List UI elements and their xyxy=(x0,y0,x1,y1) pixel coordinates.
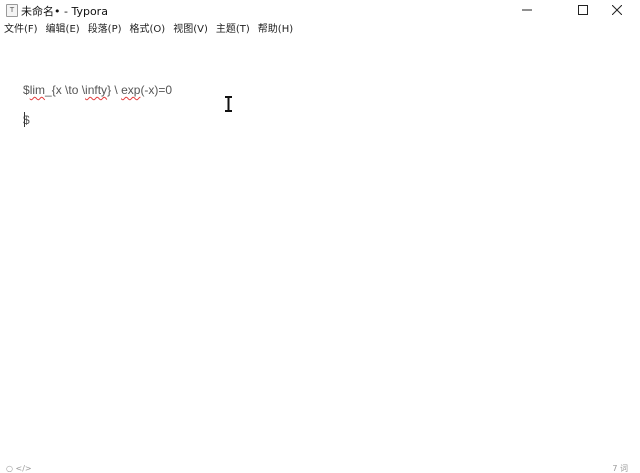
math-delimiter-open: $ xyxy=(23,83,30,97)
math-text-segment: _{x \to \ xyxy=(45,83,86,97)
menu-format[interactable]: 格式(O) xyxy=(126,20,170,40)
math-text-segment: (-x)=0 xyxy=(140,83,173,97)
menu-view[interactable]: 视图(V) xyxy=(169,20,212,40)
misspelled-word-exp: exp xyxy=(121,83,141,97)
misspelled-word-lim: lim xyxy=(29,83,46,97)
math-text-segment: } \ xyxy=(107,83,122,97)
window-title: 未命名• - Typora xyxy=(21,5,108,18)
typora-app-icon: T xyxy=(6,4,18,17)
maximize-icon xyxy=(578,5,588,15)
close-icon xyxy=(612,5,622,15)
close-button[interactable] xyxy=(594,0,640,20)
minimize-icon xyxy=(522,9,532,11)
menu-file[interactable]: 文件(F) xyxy=(0,20,42,40)
editor-area[interactable]: $lim_{x \to \infty} \ exp(-x)=0 $ xyxy=(0,40,640,463)
menu-edit[interactable]: 编辑(E) xyxy=(42,20,84,40)
misspelled-word-infty: infty xyxy=(85,83,108,97)
menu-help[interactable]: 帮助(H) xyxy=(254,20,297,40)
status-bar: ○ </> 7 词 xyxy=(0,463,640,473)
menu-bar: 文件(F) 编辑(E) 段落(P) 格式(O) 视图(V) 主题(T) 帮助(H… xyxy=(0,20,640,40)
text-caret xyxy=(24,112,25,127)
editor-line-math-source[interactable]: $lim_{x \to \infty} \ exp(-x)=0 xyxy=(23,83,172,97)
source-mode-toggle[interactable]: ○ </> xyxy=(6,464,32,473)
word-count[interactable]: 7 词 xyxy=(612,463,628,473)
menu-theme[interactable]: 主题(T) xyxy=(212,20,254,40)
title-bar: T 未命名• - Typora xyxy=(0,0,640,20)
menu-paragraph[interactable]: 段落(P) xyxy=(84,20,126,40)
ibeam-cursor-icon xyxy=(225,96,232,112)
minimize-button[interactable] xyxy=(504,0,550,20)
